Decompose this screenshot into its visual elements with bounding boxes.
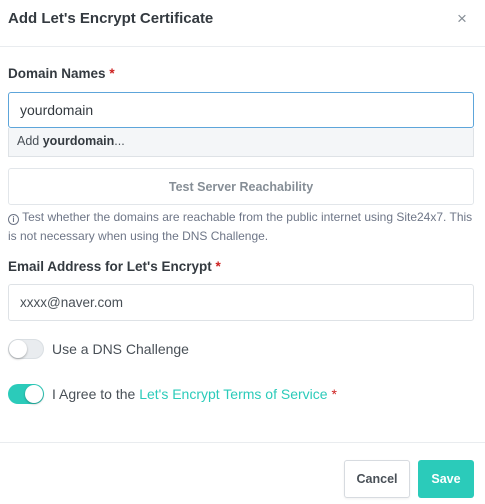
add-certificate-modal: Add Let's Encrypt Certificate × Domain N… <box>0 0 485 504</box>
dns-challenge-row: Use a DNS Challenge <box>8 338 189 360</box>
reachability-hint: i Test whether the domains are reachable… <box>8 208 478 246</box>
domain-names-label: Domain Names * <box>8 66 115 81</box>
save-button[interactable]: Save <box>418 460 474 498</box>
suggestion-value: yourdomain <box>42 134 115 148</box>
domain-names-field[interactable] <box>8 92 474 128</box>
agree-tos-label: I Agree to the Let's Encrypt Terms of Se… <box>52 386 337 402</box>
dns-challenge-toggle[interactable] <box>8 339 44 359</box>
info-icon: i <box>8 214 19 225</box>
email-field[interactable] <box>8 284 474 321</box>
domain-names-label-text: Domain Names <box>8 66 106 81</box>
cancel-button[interactable]: Cancel <box>344 460 410 498</box>
toggle-knob <box>25 385 43 403</box>
required-mark: * <box>331 386 337 402</box>
agree-tos-prefix: I Agree to the <box>52 386 136 402</box>
close-icon[interactable]: × <box>452 9 472 29</box>
required-mark: * <box>109 66 115 81</box>
dns-challenge-label: Use a DNS Challenge <box>52 341 189 357</box>
toggle-knob <box>9 340 27 358</box>
domain-suggestion[interactable]: Add yourdomain... <box>8 128 474 157</box>
modal-title: Add Let's Encrypt Certificate <box>8 10 214 27</box>
modal-footer: Cancel Save <box>0 442 485 504</box>
suggestion-prefix: Add <box>17 134 40 148</box>
tos-link[interactable]: Let's Encrypt Terms of Service <box>139 386 327 402</box>
email-label-text: Email Address for Let's Encrypt <box>8 259 212 274</box>
domain-names-input[interactable] <box>20 93 460 127</box>
agree-tos-toggle[interactable] <box>8 384 44 404</box>
email-label: Email Address for Let's Encrypt * <box>8 259 221 274</box>
test-reachability-button[interactable]: Test Server Reachability <box>8 168 474 205</box>
email-input[interactable] <box>20 285 460 320</box>
required-mark: * <box>215 259 221 274</box>
suggestion-suffix: ... <box>114 134 125 148</box>
agree-tos-row: I Agree to the Let's Encrypt Terms of Se… <box>8 383 337 405</box>
hint-text: Test whether the domains are reachable f… <box>8 210 473 243</box>
modal-header: Add Let's Encrypt Certificate × <box>0 0 485 47</box>
